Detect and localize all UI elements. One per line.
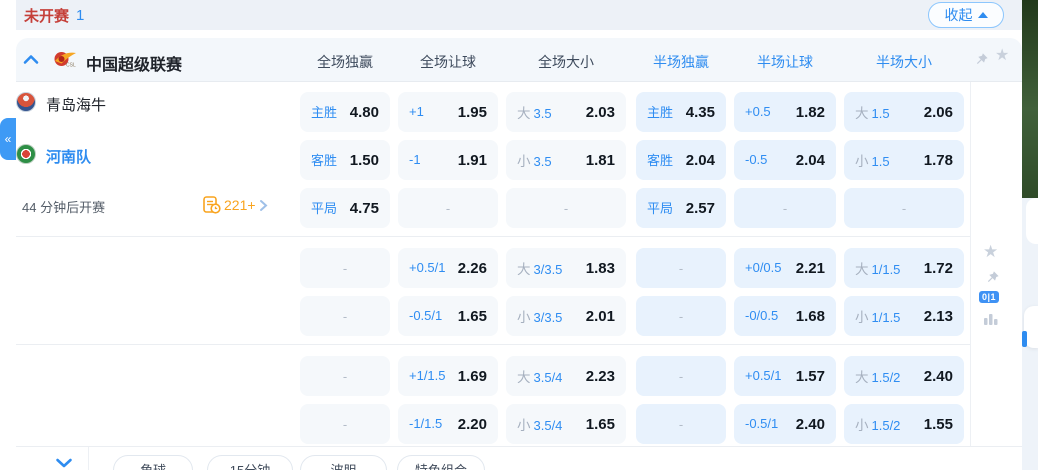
collapse-button[interactable]: 收起 bbox=[928, 2, 1004, 28]
odds-cell-empty: - bbox=[398, 188, 498, 228]
odds-cell-empty: - bbox=[300, 404, 390, 444]
odds-cell-half-handicap[interactable]: -0.52.04 bbox=[734, 140, 836, 180]
odds-cell-half-win-home[interactable]: 主胜4.35 bbox=[636, 92, 726, 132]
market-tab-corners[interactable]: 角球 bbox=[113, 455, 193, 470]
background-accent-fragment bbox=[1022, 331, 1027, 347]
odds-cell-half-over[interactable]: 大1.5/22.40 bbox=[844, 356, 964, 396]
odds-cell-full-over[interactable]: 大3.5/42.23 bbox=[506, 356, 626, 396]
match-start-time: 44 分钟后开赛 bbox=[22, 197, 105, 216]
column-header-full-win: 全场独赢 bbox=[300, 52, 390, 72]
odds-cell-full-under[interactable]: 小3/3.52.01 bbox=[506, 296, 626, 336]
odds-cell-empty: - bbox=[300, 356, 390, 396]
market-tab-correct-score[interactable]: 波胆 bbox=[300, 455, 387, 470]
group-separator bbox=[16, 236, 970, 237]
league-title: 中国超级联赛 bbox=[86, 51, 182, 75]
chevron-down-icon[interactable] bbox=[55, 456, 73, 470]
odds-cell-half-over[interactable]: 大1.52.06 bbox=[844, 92, 964, 132]
odds-cell-half-win-away[interactable]: 客胜2.04 bbox=[636, 140, 726, 180]
star-icon[interactable]: ★ bbox=[995, 48, 1009, 64]
triangle-up-icon bbox=[978, 12, 988, 18]
odds-cell-half-handicap[interactable]: +0.51.82 bbox=[734, 92, 836, 132]
home-team-name[interactable]: 青岛海牛 bbox=[46, 94, 106, 115]
odds-cell-half-handicap[interactable]: +0.5/11.57 bbox=[734, 356, 836, 396]
background-panel-fragment bbox=[1026, 198, 1038, 244]
odds-cell-empty: - bbox=[506, 188, 626, 228]
odds-cell-full-handicap[interactable]: +11.95 bbox=[398, 92, 498, 132]
favorite-star-icon[interactable]: ★ bbox=[983, 243, 998, 260]
table-right-divider bbox=[970, 82, 971, 446]
column-header-full-handicap: 全场让球 bbox=[398, 52, 498, 72]
odds-cell-full-over[interactable]: 大3/3.51.83 bbox=[506, 248, 626, 288]
sidebar-collapse-tab[interactable]: « bbox=[0, 118, 16, 160]
odds-cell-empty: - bbox=[300, 296, 390, 336]
score-badge[interactable]: 0|1 bbox=[979, 291, 999, 303]
odds-cell-half-over[interactable]: 大1/1.51.72 bbox=[844, 248, 964, 288]
odds-cell-half-handicap[interactable]: -0/0.51.68 bbox=[734, 296, 836, 336]
home-team-badge bbox=[16, 92, 36, 112]
odds-cell-full-handicap[interactable]: -1/1.52.20 bbox=[398, 404, 498, 444]
group-separator bbox=[16, 344, 970, 345]
odds-cell-empty: - bbox=[636, 296, 726, 336]
column-header-half-handicap: 半场让球 bbox=[734, 52, 836, 72]
column-header-half-overunder: 半场大小 bbox=[844, 52, 964, 72]
odds-cell-full-under[interactable]: 小3.5/41.65 bbox=[506, 404, 626, 444]
odds-cell-full-handicap[interactable]: +0.5/12.26 bbox=[398, 248, 498, 288]
odds-cell-half-handicap[interactable]: +0/0.52.21 bbox=[734, 248, 836, 288]
column-header-half-win: 半场独赢 bbox=[636, 52, 726, 72]
pin-icon[interactable] bbox=[985, 270, 1000, 290]
league-logo-icon: CSL bbox=[53, 49, 77, 75]
more-markets-count[interactable]: 221+ bbox=[224, 197, 256, 213]
market-tab-special-combos[interactable]: 特色组合 bbox=[397, 455, 485, 470]
odds-cell-empty: - bbox=[300, 248, 390, 288]
market-tab-15min[interactable]: 15分钟 bbox=[207, 455, 293, 470]
odds-cell-empty: - bbox=[636, 248, 726, 288]
pin-icon[interactable] bbox=[974, 52, 989, 72]
odds-cell-half-under[interactable]: 小1/1.52.13 bbox=[844, 296, 964, 336]
collapse-button-label: 收起 bbox=[945, 5, 973, 25]
chevron-right-icon[interactable] bbox=[259, 199, 268, 217]
footer-separator bbox=[16, 446, 1022, 447]
odds-cell-full-win-home[interactable]: 主胜4.80 bbox=[300, 92, 390, 132]
odds-cell-full-handicap[interactable]: +1/1.51.69 bbox=[398, 356, 498, 396]
footer-divider bbox=[88, 447, 89, 470]
odds-cell-full-win-away[interactable]: 客胜1.50 bbox=[300, 140, 390, 180]
odds-cell-full-draw[interactable]: 平局4.75 bbox=[300, 188, 390, 228]
odds-cell-half-draw[interactable]: 平局2.57 bbox=[636, 188, 726, 228]
odds-cell-full-under[interactable]: 小3.51.81 bbox=[506, 140, 626, 180]
stats-bars-icon[interactable] bbox=[983, 311, 999, 331]
status-count: 1 bbox=[76, 7, 84, 24]
svg-text:CSL: CSL bbox=[66, 63, 76, 69]
away-team-badge bbox=[16, 144, 36, 164]
odds-cell-empty: - bbox=[636, 404, 726, 444]
page-background-strip bbox=[1022, 0, 1038, 198]
status-label: 未开赛 bbox=[24, 5, 69, 26]
odds-cell-full-handicap[interactable]: -11.91 bbox=[398, 140, 498, 180]
chevron-up-icon[interactable] bbox=[22, 52, 40, 71]
odds-cell-empty: - bbox=[734, 188, 836, 228]
odds-cell-half-under[interactable]: 小1.51.78 bbox=[844, 140, 964, 180]
column-header-full-overunder: 全场大小 bbox=[506, 52, 626, 72]
odds-cell-empty: - bbox=[844, 188, 964, 228]
odds-cell-half-under[interactable]: 小1.5/21.55 bbox=[844, 404, 964, 444]
odds-cell-empty: - bbox=[636, 356, 726, 396]
status-bar: 未开赛 1 bbox=[16, 0, 1022, 30]
odds-cell-full-over[interactable]: 大3.52.03 bbox=[506, 92, 626, 132]
odds-cell-full-handicap[interactable]: -0.5/11.65 bbox=[398, 296, 498, 336]
betting-panel: 未开赛 1 收起 CSL 中国超级联赛 全场独赢 全场让球 全场大小 半场独赢 … bbox=[0, 0, 1038, 470]
away-team-name[interactable]: 河南队 bbox=[46, 146, 91, 167]
odds-cell-half-handicap[interactable]: -0.5/12.40 bbox=[734, 404, 836, 444]
markets-icon bbox=[203, 196, 221, 219]
